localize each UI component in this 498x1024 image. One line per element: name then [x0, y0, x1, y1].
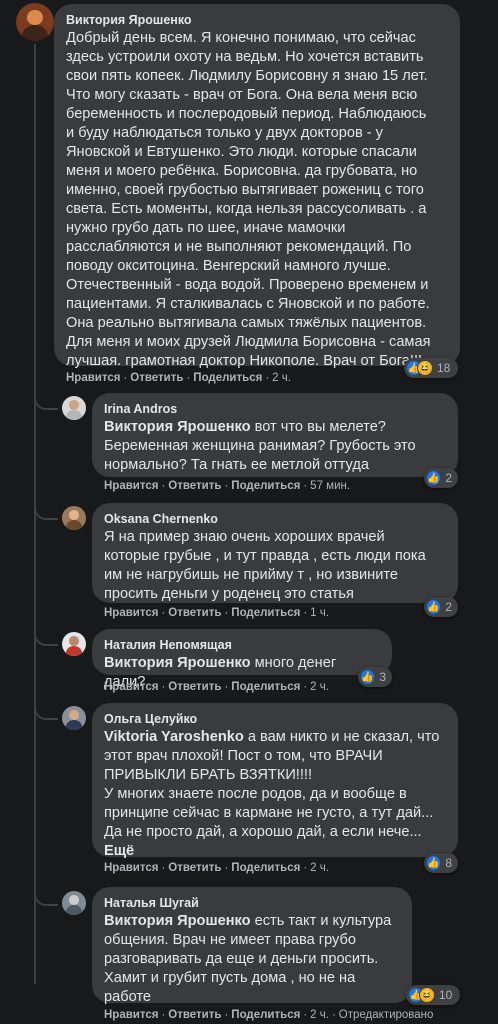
thread-branch — [34, 620, 58, 646]
reaction-count: 10 — [439, 988, 453, 1002]
haha-icon: 😆 — [419, 987, 435, 1003]
avatar[interactable] — [62, 396, 86, 420]
share-button[interactable]: Поделиться — [231, 681, 300, 693]
edited-label: Отредактировано — [338, 1009, 434, 1021]
thread-branch — [34, 880, 58, 906]
share-button[interactable]: Поделиться — [231, 1009, 300, 1021]
comment-time[interactable]: 2 ч. — [272, 372, 291, 384]
thread-branch — [34, 494, 58, 520]
like-icon: 👍 — [360, 669, 376, 685]
mention-link[interactable]: Viktoria Yaroshenko — [104, 729, 244, 745]
comment-author[interactable]: Ольга Целуйко — [104, 711, 446, 727]
reaction-count: 2 — [445, 600, 452, 614]
avatar[interactable] — [62, 632, 86, 656]
mention-link[interactable]: Виктория Ярошенко — [104, 913, 251, 929]
reply-button[interactable]: Ответить — [168, 862, 221, 874]
see-more-link[interactable]: Ещё — [104, 842, 446, 861]
like-icon: 👍 — [426, 470, 442, 486]
comment-actions: Нравится · Ответить · Поделиться · 2 ч. — [104, 681, 329, 693]
reaction-summary[interactable]: 👍 3 — [358, 667, 392, 687]
comment-actions: Нравится · Ответить · Поделиться · 2 ч. — [104, 862, 329, 874]
share-button[interactable]: Поделиться — [231, 607, 300, 619]
reaction-summary[interactable]: 👍 2 — [424, 468, 458, 488]
comment-actions: Нравится · Ответить · Поделиться · 57 мин. — [104, 480, 351, 492]
reply-button[interactable]: Ответить — [130, 372, 183, 384]
avatar[interactable] — [16, 3, 54, 41]
comment-time[interactable]: 2 ч. — [310, 681, 329, 693]
like-button[interactable]: Нравится — [104, 681, 158, 693]
like-icon: 👍 — [426, 599, 442, 615]
comment-author[interactable]: Oksana Chernenko — [104, 511, 446, 527]
comment-bubble: Виктория Ярошенко Добрый день всем. Я ко… — [54, 4, 460, 369]
comment-text: а вам никто и не сказал, что этот врач п… — [104, 729, 440, 840]
reply-button[interactable]: Ответить — [168, 607, 221, 619]
haha-icon: 😆 — [417, 360, 433, 376]
share-button[interactable]: Поделиться — [231, 862, 300, 874]
comment-author[interactable]: Виктория Ярошенко — [66, 12, 448, 28]
like-icon: 👍 — [426, 855, 442, 871]
comment-time[interactable]: 2 ч. — [310, 862, 329, 874]
reaction-summary[interactable]: 👍 😆 18 — [404, 358, 458, 378]
like-button[interactable]: Нравится — [104, 480, 158, 492]
avatar[interactable] — [62, 506, 86, 530]
reaction-count: 3 — [379, 670, 386, 684]
thread-branch — [34, 384, 58, 410]
like-button[interactable]: Нравится — [66, 372, 120, 384]
reaction-count: 8 — [445, 856, 452, 870]
reaction-summary[interactable]: 👍 2 — [424, 597, 458, 617]
comment-bubble: Ольга Целуйко Viktoria Yaroshenko а вам … — [92, 703, 458, 859]
comment-author[interactable]: Наталья Шугай — [104, 895, 400, 911]
reply-button[interactable]: Ответить — [168, 480, 221, 492]
avatar[interactable] — [62, 891, 86, 915]
like-button[interactable]: Нравится — [104, 862, 158, 874]
reaction-summary[interactable]: 👍 8 — [424, 853, 458, 873]
reaction-summary[interactable]: 👍 😆 10 — [406, 985, 460, 1005]
reply-button[interactable]: Ответить — [168, 1009, 221, 1021]
comment-time[interactable]: 57 мин. — [310, 480, 350, 492]
mention-link[interactable]: Виктория Ярошенко — [104, 655, 251, 671]
mention-link[interactable]: Виктория Ярошенко — [104, 419, 251, 435]
reply-button[interactable]: Ответить — [168, 681, 221, 693]
comment-bubble: Oksana Chernenko Я на пример знаю очень … — [92, 503, 458, 603]
avatar[interactable] — [62, 706, 86, 730]
comment-actions: Нравится · Ответить · Поделиться · 2 ч. — [66, 372, 291, 384]
share-button[interactable]: Поделиться — [231, 480, 300, 492]
reaction-count: 18 — [437, 361, 451, 375]
comment-author[interactable]: Наталия Непомящая — [104, 637, 380, 653]
comment-bubble: Наталья Шугай Виктория Ярошенко есть так… — [92, 887, 412, 1005]
comment-time[interactable]: 1 ч. — [310, 607, 329, 619]
reaction-count: 2 — [445, 471, 452, 485]
comment-bubble: Irina Andros Виктория Ярошенко вот что в… — [92, 393, 458, 477]
thread-branch — [34, 694, 58, 720]
comment-time[interactable]: 2 ч. — [310, 1009, 329, 1021]
comment-actions: Нравится · Ответить · Поделиться · 2 ч. · Отреда… — [104, 1009, 434, 1021]
comment-text: Добрый день всем. Я конечно понимаю, что… — [66, 30, 431, 369]
share-button[interactable]: Поделиться — [193, 372, 262, 384]
comment-actions: Нравится · Ответить · Поделиться · 1 ч. — [104, 607, 329, 619]
comment-text: Я на пример знаю очень хороших врачей ко… — [104, 529, 426, 602]
like-button[interactable]: Нравится — [104, 1009, 158, 1021]
comment-author[interactable]: Irina Andros — [104, 401, 446, 417]
like-button[interactable]: Нравится — [104, 607, 158, 619]
comment-bubble: Наталия Непомящая Виктория Ярошенко мног… — [92, 629, 392, 690]
